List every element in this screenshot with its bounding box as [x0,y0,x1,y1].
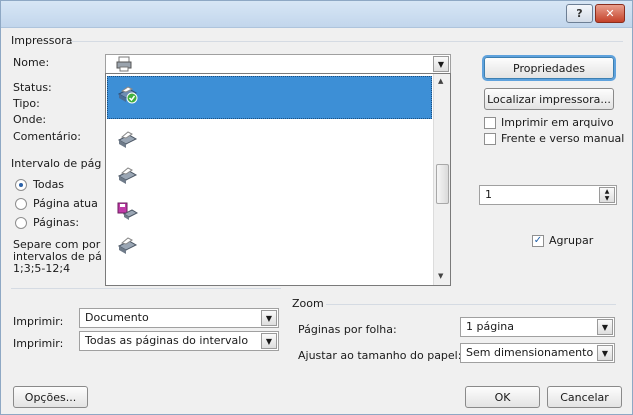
collate-label: Agrupar [549,234,594,247]
properties-button[interactable]: Propriedades [484,57,614,79]
copies-value: 1 [485,188,492,201]
scale-to-paper-value: Sem dimensionamento [466,346,594,359]
type-label: Tipo: [13,97,40,110]
pages-label: Páginas: [33,216,80,229]
all-pages-radio[interactable] [15,179,27,191]
all-pages-label: Todas [33,178,65,191]
pages-per-sheet-label: Páginas por folha: [298,323,397,336]
print-dialog: ? ✕ Impressora Nome: Status: Tipo: Onde:… [0,0,633,415]
default-printer-icon [117,86,138,104]
print-range-value: Todas as páginas do intervalo [85,334,249,347]
ok-button[interactable]: OK [465,386,540,408]
print-what-value: Documento [85,311,149,324]
cancel-button[interactable]: Cancelar [547,386,622,408]
print-to-file-checkbox[interactable] [484,117,496,129]
comment-label: Comentário: [13,130,81,143]
zoom-group-label: Zoom [292,297,324,310]
chevron-down-icon[interactable]: ▼ [261,310,277,326]
print-range-label: Imprimir: [13,337,64,350]
scroll-down-icon[interactable]: ▼ [438,272,443,280]
help-button[interactable]: ? [566,4,593,23]
print-range-select[interactable]: Todas as páginas do intervalo ▼ [79,331,279,351]
pages-radio[interactable] [15,217,27,229]
chevron-down-icon[interactable]: ▼ [433,56,449,72]
name-label: Nome: [13,56,50,69]
printer-icon [117,167,138,184]
title-bar: ? ✕ [1,1,632,28]
pages-per-sheet-select[interactable]: 1 página ▼ [460,317,615,337]
close-button[interactable]: ✕ [595,4,625,23]
print-what-label: Imprimir: [13,315,64,328]
copies-spinner[interactable]: 1 ▲ ▼ [479,185,617,205]
fax-printer-icon [117,202,138,220]
print-to-file-label: Imprimir em arquivo [501,116,614,129]
status-label: Status: [13,81,52,94]
scale-to-paper-label: Ajustar ao tamanho do papel: [298,349,462,362]
zoom-group-divider [326,304,616,305]
current-page-label: Página atua [33,197,98,210]
spinner-arrows-icon[interactable]: ▲ ▼ [599,187,615,203]
page-range-hint-line3: 1;3;5-12;4 [13,262,71,275]
printer-list-selected-item[interactable] [107,76,432,119]
manual-duplex-checkbox[interactable] [484,133,496,145]
where-label: Onde: [13,113,47,126]
options-button[interactable]: Opções... [13,386,88,408]
printer-icon [117,131,138,148]
printer-list-scrollbar[interactable]: ▲ ▼ [433,74,450,285]
section-divider [11,288,281,289]
scale-to-paper-select[interactable]: Sem dimensionamento ▼ [460,343,615,363]
chevron-down-icon[interactable]: ▼ [597,345,613,361]
printer-name-select[interactable]: ▼ [105,54,451,74]
pages-per-sheet-value: 1 página [466,320,514,333]
printer-group-divider [71,41,623,42]
printer-icon [116,56,132,72]
collate-checkbox[interactable]: ✓ [532,235,544,247]
page-range-group-label: Intervalo de pág [11,157,102,170]
manual-duplex-label: Frente e verso manual [501,132,625,145]
printer-list[interactable]: ▲ ▼ [105,73,451,286]
chevron-down-icon[interactable]: ▼ [261,333,277,349]
print-what-select[interactable]: Documento ▼ [79,308,279,328]
find-printer-button[interactable]: Localizar impressora... [484,88,614,110]
scroll-thumb[interactable] [436,164,449,204]
printer-icon [117,237,138,254]
scroll-up-icon[interactable]: ▲ [438,77,443,85]
chevron-down-icon[interactable]: ▼ [597,319,613,335]
printer-group-label: Impressora [11,34,73,47]
current-page-radio[interactable] [15,198,27,210]
